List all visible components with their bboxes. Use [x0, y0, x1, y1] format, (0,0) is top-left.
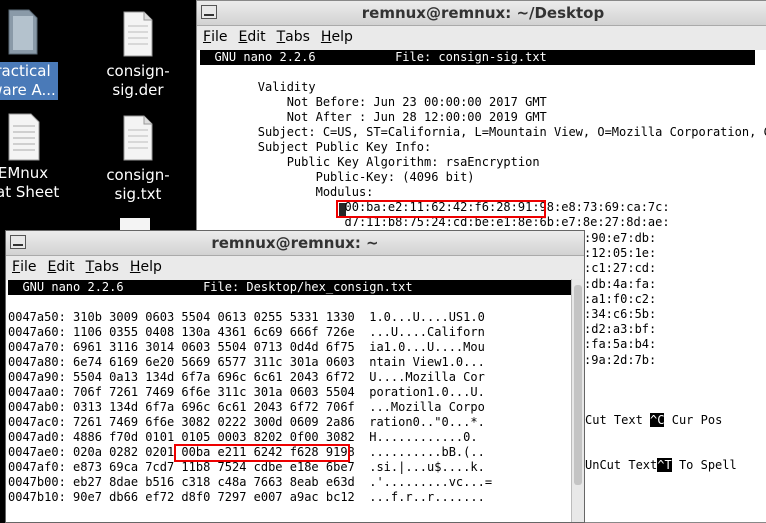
- shortcut-uncut-text: UnCut Text: [585, 458, 658, 472]
- cursor-block: [339, 203, 346, 216]
- terminal-content[interactable]: GNU nano 2.2.6 File: Desktop/hex_consign…: [6, 280, 572, 522]
- hex-line: 0047b00: eb27 8dae b516 c318 c48a 7663 8…: [8, 475, 493, 489]
- text-line: Modulus:: [200, 185, 374, 199]
- shortcut-cut-text: Cut Text: [585, 413, 651, 427]
- shortcut-to-spell: To Spell: [678, 458, 737, 472]
- desktop-icon-label: consign- sig.txt: [106, 166, 170, 203]
- text-line: Not Before: Jun 23 00:00:00 2017 GMT: [200, 95, 547, 109]
- hex-line: 0047aa0: 706f 7261 7469 6f6e 311c 301a 0…: [8, 385, 485, 399]
- text-line: [200, 65, 766, 80]
- text-line: Subject Public Key Info:: [200, 140, 432, 154]
- desktop-icon-consign-sig-der[interactable]: consign- sig.der: [93, 10, 183, 100]
- desktop-icon-practical-folder[interactable]: ractical ware A...: [0, 6, 68, 100]
- title-bar[interactable]: remnux@remnux: ~/Desktop: [197, 1, 766, 26]
- file-icon: [123, 115, 153, 161]
- shortcut-key-cur-pos: ^C: [650, 413, 665, 427]
- nano-shortcuts: Cut Text ^C Cur Pos UnCut Text^T To Spel…: [585, 383, 737, 503]
- text-fragment: :fa:5a:b4:: [584, 337, 657, 352]
- scrollbar[interactable]: [571, 279, 584, 522]
- hex-line: 0047af0: e873 69ca 7cd7 11b8 7524 cdbe e…: [8, 460, 485, 474]
- desktop-icon-label: consign- sig.der: [106, 62, 170, 99]
- nano-header: GNU nano 2.2.6 File: Desktop/hex_consign…: [8, 280, 572, 295]
- desktop-icon-label: ractical ware A...: [0, 62, 58, 100]
- modulus-highlight: [336, 200, 546, 218]
- shortcut-key-to-spell: ^T: [657, 458, 672, 472]
- desktop-icon-remnux-cheat-sheet[interactable]: EMnux eat Sheet: [0, 112, 68, 202]
- menu-bar: File Edit Tabs Help: [197, 26, 766, 50]
- hex-line: 0047ad0: 4886 f70d 0101 0105 0003 8202 0…: [8, 430, 478, 444]
- desktop-icon-consign-sig-txt[interactable]: consign- sig.txt: [93, 114, 183, 204]
- menu-bar: File Edit Tabs Help: [6, 256, 584, 280]
- hex-line: 0047a60: 1106 0355 0408 130a 4361 6c69 6…: [8, 325, 485, 339]
- document-icon: [8, 113, 40, 161]
- hex-line: 0047a70: 6961 3116 3014 0603 5504 0713 0…: [8, 340, 485, 354]
- menu-file[interactable]: File: [197, 26, 232, 45]
- text-fragment: :90:e7:db:: [584, 231, 657, 245]
- text-fragment: :9a:2d:7b:: [584, 352, 657, 367]
- right-fragments: :90:e7:db: :12:05:1e: :c1:27:cd: :db:4a:…: [584, 231, 656, 368]
- hex-line: 0047ac0: 7261 7469 6f6e 3082 0222 300d 0…: [8, 415, 485, 429]
- menu-file[interactable]: File: [6, 256, 41, 275]
- hex-line: 0047b10: 90e7 db66 ef72 d8f0 7297 e007 a…: [8, 490, 485, 504]
- nano-header: GNU nano 2.2.6 File: consign-sig.txt: [200, 50, 755, 65]
- window-title: remnux@remnux: ~/Desktop: [361, 4, 605, 22]
- menu-help[interactable]: Help: [124, 256, 167, 275]
- window-title: remnux@remnux: ~: [211, 234, 379, 252]
- text-fragment: :34:c6:5b:: [584, 307, 657, 322]
- hex-line: 0047ab0: 0313 134d 6f7a 696c 6c61 2043 6…: [8, 400, 485, 414]
- text-line: Subject: C=US, ST=California, L=Mountain…: [200, 125, 766, 139]
- file-icon: [123, 11, 153, 57]
- hex-highlight: [174, 444, 350, 462]
- shortcut-cur-pos: Cur Pos: [671, 413, 723, 427]
- text-fragment: :c1:27:cd:: [584, 261, 657, 276]
- terminal-window-home[interactable]: remnux@remnux: ~ File Edit Tabs Help GNU na…: [5, 230, 585, 523]
- hex-line: [8, 295, 572, 310]
- menu-edit[interactable]: Edit: [41, 256, 79, 275]
- text-fragment: :a1:f0:c2:: [584, 291, 657, 306]
- text-line: Validity: [200, 80, 316, 94]
- hex-line: 0047a90: 5504 0a13 134d 6f7a 696c 6c61 2…: [8, 370, 485, 384]
- text-fragment: :db:4a:fa:: [584, 276, 657, 291]
- scrollbar-thumb[interactable]: [574, 285, 582, 485]
- text-fragment: :12:05:1e:: [584, 246, 657, 261]
- text-line: Public Key Algorithm: rsaEncryption: [200, 155, 540, 169]
- menu-tabs[interactable]: Tabs: [271, 26, 315, 45]
- hex-line: 0047a80: 6e74 6169 6e20 5669 6577 311c 3…: [8, 355, 485, 369]
- desktop-icon-label: EMnux eat Sheet: [0, 164, 60, 201]
- menu-tabs[interactable]: Tabs: [80, 256, 124, 275]
- title-bar[interactable]: remnux@remnux: ~: [6, 231, 584, 256]
- text-line: Not After : Jun 28 12:00:00 2019 GMT: [200, 110, 547, 124]
- hex-line: 0047a50: 310b 3009 0603 5504 0613 0255 5…: [8, 310, 485, 324]
- text-fragment: :d2:a3:bf:: [584, 322, 657, 337]
- menu-help[interactable]: Help: [315, 26, 358, 45]
- folder-icon: [8, 9, 38, 55]
- text-line: Public-Key: (4096 bit): [200, 170, 475, 184]
- menu-edit[interactable]: Edit: [232, 26, 270, 45]
